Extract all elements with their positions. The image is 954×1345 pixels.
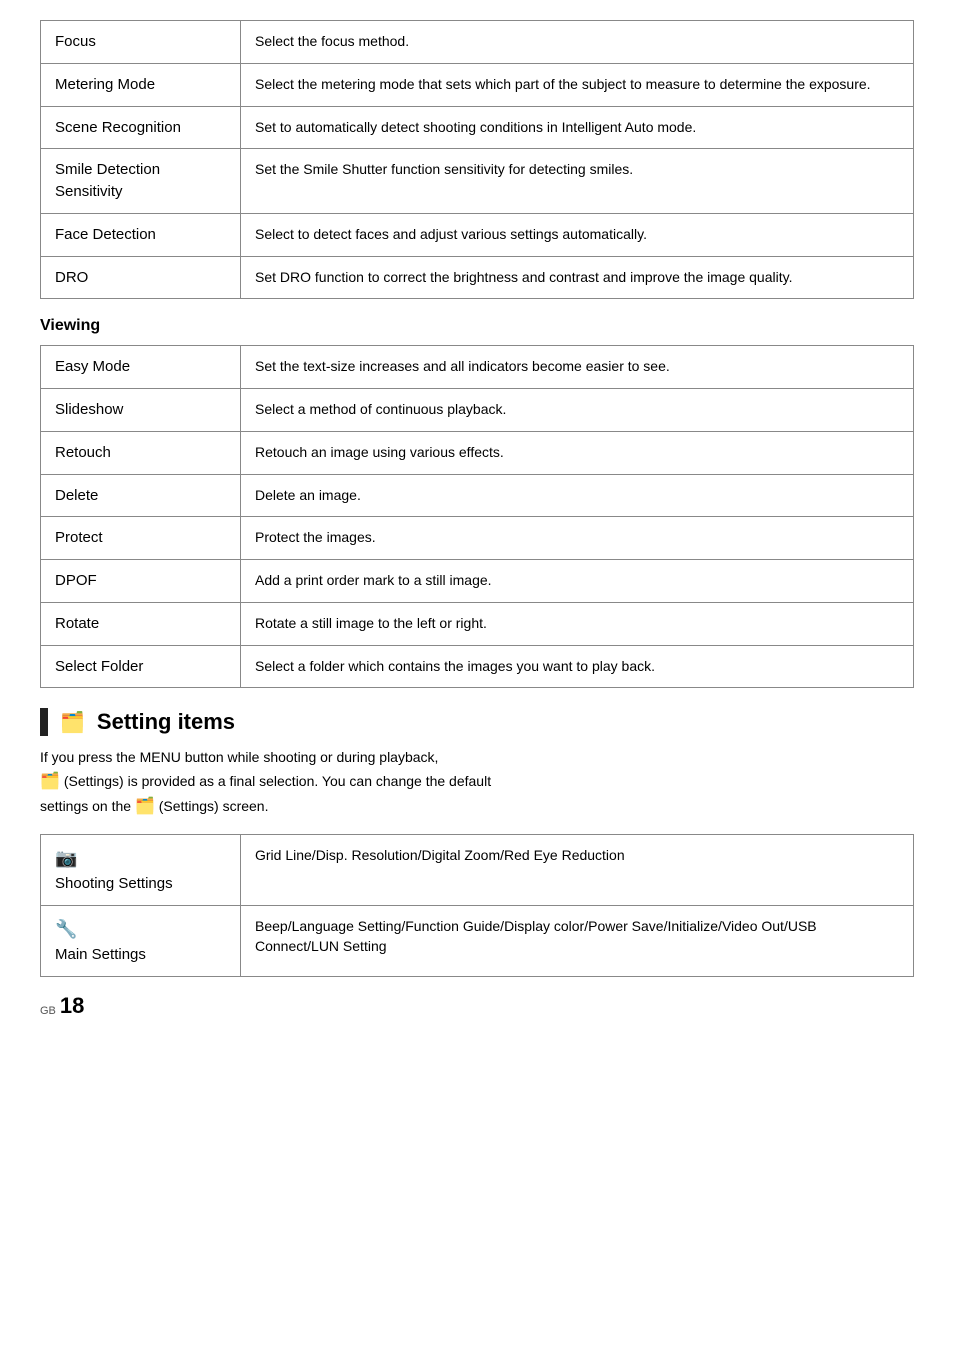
row-description: Beep/Language Setting/Function Guide/Dis…	[241, 905, 914, 976]
row-description: Select a method of continuous playback.	[241, 389, 914, 432]
row-label: DPOF	[41, 560, 241, 603]
page-footer: GB 18	[40, 995, 914, 1017]
row-label: DRO	[41, 256, 241, 299]
row-label: Easy Mode	[41, 346, 241, 389]
settings-icon-inline1: 🗂️	[40, 773, 60, 790]
row-description: Protect the images.	[241, 517, 914, 560]
row-icon: 📷	[55, 845, 77, 871]
settings-icon: 🗂️	[60, 710, 85, 735]
row-label: Select Folder	[41, 645, 241, 688]
shooting-table: Focus Select the focus method. Metering …	[40, 20, 914, 299]
viewing-table: Easy Mode Set the text-size increases an…	[40, 345, 914, 688]
table-row: Smile DetectionSensitivity Set the Smile…	[41, 149, 914, 214]
row-label: Smile DetectionSensitivity	[41, 149, 241, 214]
row-label: 📷 Shooting Settings	[41, 834, 241, 905]
table-row: DPOF Add a print order mark to a still i…	[41, 560, 914, 603]
row-description: Add a print order mark to a still image.	[241, 560, 914, 603]
intro-line3b: (Settings) screen.	[159, 798, 269, 814]
row-label-text: Shooting Settings	[55, 873, 173, 895]
row-label: Metering Mode	[41, 63, 241, 106]
accent-bar	[40, 708, 48, 736]
table-row: 🔧 Main Settings Beep/Language Setting/Fu…	[41, 905, 914, 976]
row-label: 🔧 Main Settings	[41, 905, 241, 976]
settings-heading: 🗂️ Setting items	[40, 708, 914, 736]
table-row: Easy Mode Set the text-size increases an…	[41, 346, 914, 389]
intro-line3: settings on the	[40, 798, 131, 814]
table-row: Metering Mode Select the metering mode t…	[41, 63, 914, 106]
table-row: Slideshow Select a method of continuous …	[41, 389, 914, 432]
table-row: Delete Delete an image.	[41, 474, 914, 517]
row-label: Face Detection	[41, 213, 241, 256]
row-description: Select to detect faces and adjust variou…	[241, 213, 914, 256]
table-row: Protect Protect the images.	[41, 517, 914, 560]
settings-icon-inline2: 🗂️	[135, 798, 155, 815]
intro-line2: (Settings) is provided as a final select…	[64, 773, 491, 789]
row-description: Select a folder which contains the image…	[241, 645, 914, 688]
row-label: Protect	[41, 517, 241, 560]
settings-table: 📷 Shooting Settings Grid Line/Disp. Reso…	[40, 834, 914, 977]
row-description: Select the focus method.	[241, 21, 914, 64]
page-number: 18	[60, 995, 84, 1017]
row-label: Scene Recognition	[41, 106, 241, 149]
table-row: Focus Select the focus method.	[41, 21, 914, 64]
region-label: GB	[40, 1005, 56, 1017]
row-label: Retouch	[41, 431, 241, 474]
row-description: Retouch an image using various effects.	[241, 431, 914, 474]
table-row: Select Folder Select a folder which cont…	[41, 645, 914, 688]
row-label: Rotate	[41, 602, 241, 645]
table-row: 📷 Shooting Settings Grid Line/Disp. Reso…	[41, 834, 914, 905]
settings-intro: If you press the MENU button while shoot…	[40, 746, 914, 820]
viewing-heading: Viewing	[40, 317, 914, 335]
table-row: Rotate Rotate a still image to the left …	[41, 602, 914, 645]
row-description: Set the Smile Shutter function sensitivi…	[241, 149, 914, 214]
row-label: Focus	[41, 21, 241, 64]
intro-line1: If you press the MENU button while shoot…	[40, 749, 438, 765]
row-description: Grid Line/Disp. Resolution/Digital Zoom/…	[241, 834, 914, 905]
table-row: Face Detection Select to detect faces an…	[41, 213, 914, 256]
row-description: Select the metering mode that sets which…	[241, 63, 914, 106]
settings-heading-text: Setting items	[97, 709, 235, 735]
row-label: Slideshow	[41, 389, 241, 432]
row-description: Set the text-size increases and all indi…	[241, 346, 914, 389]
row-description: Set to automatically detect shooting con…	[241, 106, 914, 149]
row-label-text: Main Settings	[55, 944, 146, 966]
row-label: Delete	[41, 474, 241, 517]
table-row: DRO Set DRO function to correct the brig…	[41, 256, 914, 299]
table-row: Scene Recognition Set to automatically d…	[41, 106, 914, 149]
row-icon: 🔧	[55, 916, 77, 942]
row-description: Delete an image.	[241, 474, 914, 517]
table-row: Retouch Retouch an image using various e…	[41, 431, 914, 474]
row-description: Set DRO function to correct the brightne…	[241, 256, 914, 299]
row-description: Rotate a still image to the left or righ…	[241, 602, 914, 645]
